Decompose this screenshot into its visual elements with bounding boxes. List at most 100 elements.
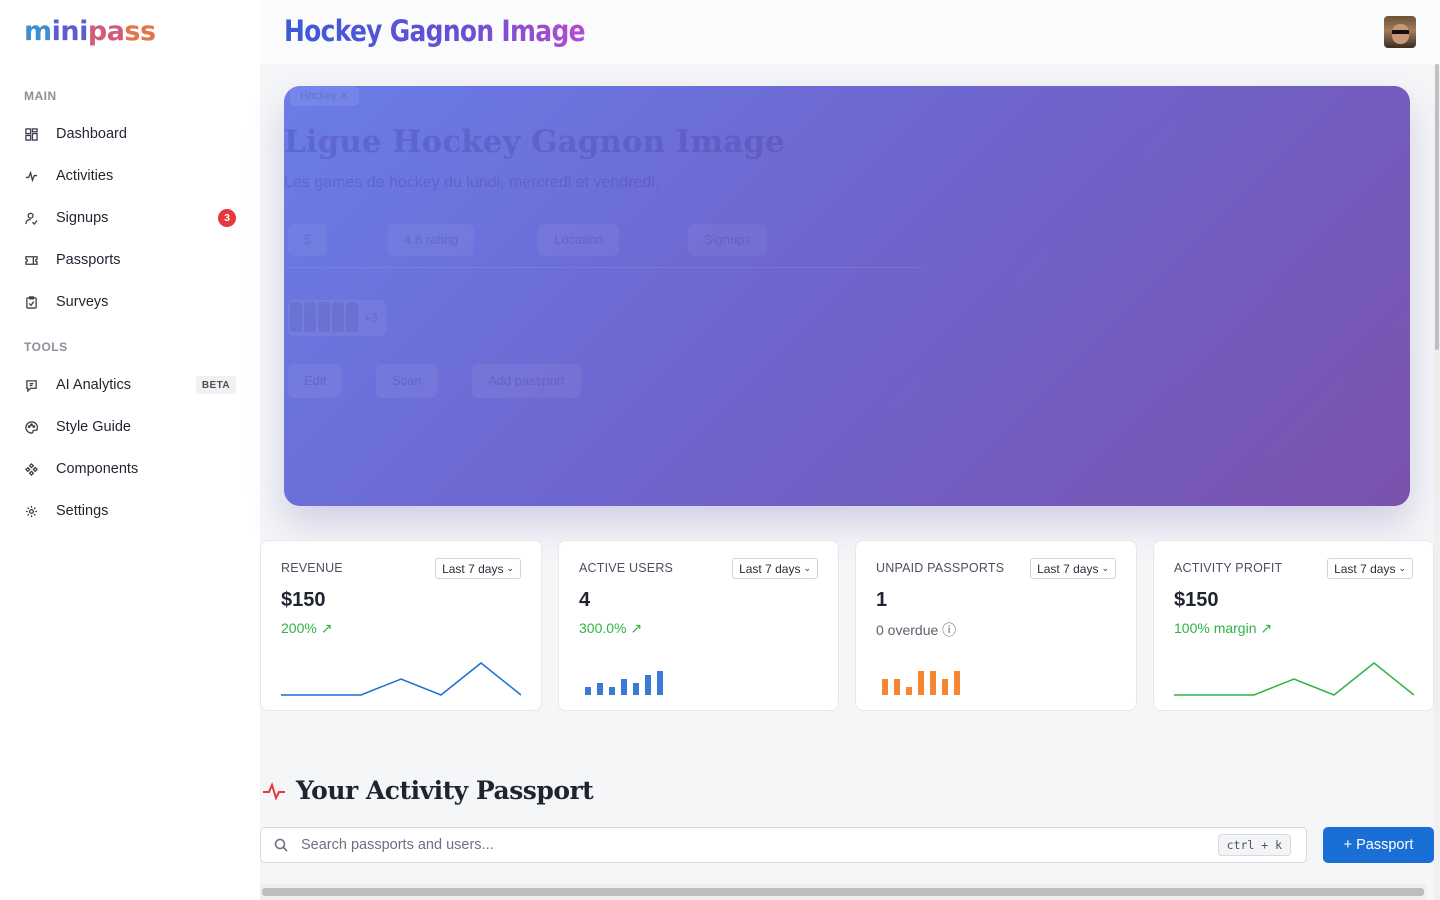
passport-search[interactable]: ctrl + k xyxy=(260,827,1307,863)
kpi-trend-text: 200% xyxy=(281,620,317,636)
hero-avatar xyxy=(290,302,302,332)
organization-title: Hockey Gagnon Image xyxy=(284,14,586,48)
gear-icon xyxy=(24,504,38,518)
activity-hero-banner: Hockey ✕ Ligue Hockey Gagnon Image Les g… xyxy=(284,86,1410,506)
sidebar-item-label: Components xyxy=(56,461,139,477)
sparkline-bar xyxy=(633,683,639,695)
sidebar-item-surveys[interactable]: Surveys xyxy=(24,288,236,316)
components-icon xyxy=(24,462,38,476)
clipboard-icon xyxy=(24,295,38,309)
sidebar-item-label: Surveys xyxy=(56,294,109,310)
hero-add-passport-button[interactable]: Add passport xyxy=(472,364,581,398)
chevron-down-icon: ⌄ xyxy=(1398,563,1406,573)
hero-avatar xyxy=(332,302,344,332)
sidebar-item-label: Activities xyxy=(56,168,114,184)
info-icon: ⓘ xyxy=(942,622,957,638)
sidebar-item-components[interactable]: Components xyxy=(24,455,236,483)
kpi-card-activity-profit: ACTIVITY PROFIT Last 7 days ⌄ $150 100% m… xyxy=(1153,540,1434,711)
sidebar-item-style-guide[interactable]: Style Guide xyxy=(24,413,236,441)
dashboard-icon xyxy=(24,127,38,141)
sidebar-item-label: Style Guide xyxy=(56,419,131,435)
section-title: Your Activity Passport xyxy=(296,776,594,805)
trend-up-icon: ↗ xyxy=(1260,620,1273,636)
kpi-label: REVENUE xyxy=(281,561,343,575)
avatar-glasses xyxy=(1392,30,1409,34)
hero-avatar xyxy=(318,302,330,332)
section-header: Your Activity Passport xyxy=(262,776,594,805)
search-input[interactable] xyxy=(301,837,1218,853)
heartbeat-icon xyxy=(263,781,285,801)
sidebar-item-settings[interactable]: Settings xyxy=(24,497,236,525)
hero-avatar xyxy=(346,302,358,332)
hero-description: Les games de hockey du lundi, mercredi e… xyxy=(284,174,660,191)
kpi-overdue-text: 0 overdue xyxy=(876,622,939,638)
ticket-icon xyxy=(24,253,38,267)
range-select-value: Last 7 days xyxy=(442,561,504,576)
vertical-scrollbar-thumb[interactable] xyxy=(1435,64,1439,350)
kpi-trend: 100% margin ↗ xyxy=(1174,620,1272,637)
hero-scan-button[interactable]: Scan xyxy=(376,364,438,398)
range-select[interactable]: Last 7 days ⌄ xyxy=(1327,558,1413,579)
sparkline-series xyxy=(1174,662,1414,696)
trend-up-icon: ↗ xyxy=(320,620,333,636)
sparkline-bar xyxy=(585,687,591,695)
hero-stat-location: Location xyxy=(538,224,620,256)
sidebar-item-label: Signups xyxy=(56,210,109,226)
sidebar-item-ai-analytics[interactable]: AI Analytics BETA xyxy=(24,371,236,399)
hero-stat-signups: Signups xyxy=(688,224,767,256)
kpi-label: UNPAID PASSPORTS xyxy=(876,561,1005,575)
sparkline-bar xyxy=(954,671,960,695)
beta-badge: BETA xyxy=(195,376,236,394)
keyboard-shortcut: ctrl + k xyxy=(1217,834,1291,856)
user-signup-icon xyxy=(24,211,38,225)
vertical-scrollbar[interactable] xyxy=(1434,64,1440,900)
avatar-face xyxy=(1392,24,1409,44)
hero-divider xyxy=(284,267,924,268)
hero-edit-button[interactable]: Edit xyxy=(288,364,343,398)
sparkline-bar xyxy=(657,671,663,695)
range-select[interactable]: Last 7 days ⌄ xyxy=(732,558,818,579)
user-avatar[interactable] xyxy=(1384,16,1416,48)
range-select[interactable]: Last 7 days ⌄ xyxy=(435,558,521,579)
sidebar-item-dashboard[interactable]: Dashboard xyxy=(24,120,236,148)
sidebar: minipass MAIN Dashboard Activities Signu… xyxy=(0,0,260,900)
active-users-bar-chart xyxy=(585,671,663,695)
sparkline-series xyxy=(281,662,521,696)
kpi-trend-text: 100% margin xyxy=(1174,620,1257,636)
sidebar-item-activities[interactable]: Activities xyxy=(24,162,236,190)
kpi-trend-text: 300.0% xyxy=(579,620,627,636)
sparkline-bar xyxy=(906,687,912,695)
sidebar-item-label: AI Analytics xyxy=(56,377,131,393)
top-header: Hockey Gagnon Image xyxy=(260,0,1440,64)
minipass-logo[interactable]: minipass xyxy=(24,16,156,47)
sparkline-bar xyxy=(930,671,936,695)
section-main-label: MAIN xyxy=(24,89,57,103)
range-select-value: Last 7 days xyxy=(1334,561,1396,576)
kpi-card-active-users: ACTIVE USERS Last 7 days ⌄ 4 300.0% ↗ xyxy=(558,540,839,711)
kpi-value: 4 xyxy=(579,589,591,611)
sparkline-bar xyxy=(609,687,615,695)
sidebar-item-passports[interactable]: Passports xyxy=(24,246,236,274)
activity-icon xyxy=(24,169,38,183)
hero-tag: Hockey ✕ xyxy=(290,86,359,106)
hero-stat-users: 5 xyxy=(288,224,328,256)
kpi-label: ACTIVE USERS xyxy=(579,561,674,575)
add-passport-button[interactable]: + Passport xyxy=(1323,827,1434,863)
horizontal-scrollbar[interactable] xyxy=(260,884,1426,900)
sidebar-item-signups[interactable]: Signups 3 xyxy=(24,204,236,232)
revenue-sparkline xyxy=(281,662,521,696)
sparkline-bar xyxy=(882,679,888,695)
search-icon xyxy=(274,838,288,852)
sparkline-bar xyxy=(918,671,924,695)
hero-avatar xyxy=(304,302,316,332)
kpi-trend: 300.0% ↗ xyxy=(579,620,642,637)
kpi-value: $150 xyxy=(1174,589,1219,611)
kpi-card-revenue: REVENUE Last 7 days ⌄ $150 200% ↗ xyxy=(260,540,542,711)
hero-stat-rating: 4.8 rating xyxy=(388,224,475,256)
hero-title: Ligue Hockey Gagnon Image xyxy=(284,124,785,160)
palette-icon xyxy=(24,420,38,434)
sidebar-item-label: Dashboard xyxy=(56,126,127,142)
range-select-value: Last 7 days xyxy=(1037,561,1099,576)
horizontal-scrollbar-thumb[interactable] xyxy=(262,888,1424,896)
range-select[interactable]: Last 7 days ⌄ xyxy=(1030,558,1116,579)
